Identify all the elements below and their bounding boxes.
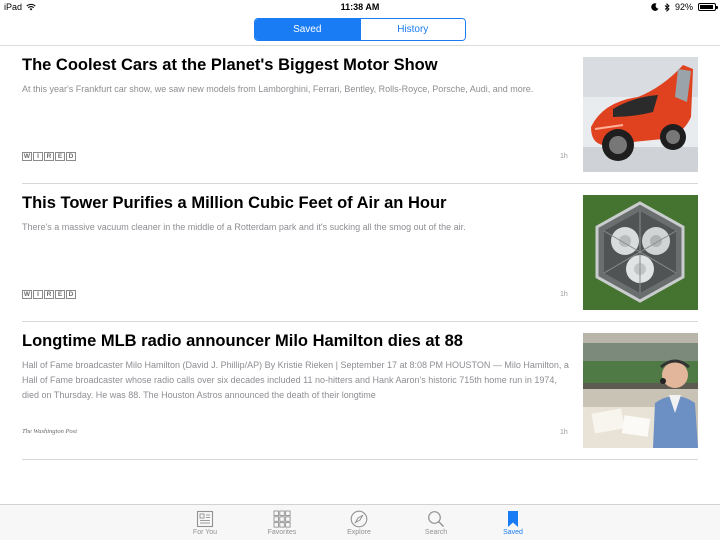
tab-saved[interactable]: Saved	[483, 508, 543, 536]
tab-label: For You	[192, 529, 218, 536]
article-age: 1h	[560, 291, 568, 298]
tab-search[interactable]: Search	[406, 508, 466, 536]
article-row[interactable]: The Coolest Cars at the Planet's Biggest…	[22, 46, 698, 184]
bluetooth-icon	[664, 2, 670, 12]
article-row[interactable]: Longtime MLB radio announcer Milo Hamilt…	[22, 322, 698, 460]
bookmark-icon	[508, 510, 518, 527]
status-bar: iPad 11:38 AM 92%	[0, 0, 720, 14]
tab-label: Saved	[503, 529, 523, 536]
article-row[interactable]: This Tower Purifies a Million Cubic Feet…	[22, 184, 698, 322]
tab-explore[interactable]: Explore	[329, 508, 389, 536]
moon-icon	[651, 3, 659, 11]
compass-icon	[350, 510, 368, 527]
tab-label: Favorites	[267, 529, 297, 536]
article-thumbnail-tower[interactable]	[583, 195, 698, 310]
search-icon	[428, 510, 444, 527]
tab-label: Explore	[347, 529, 371, 536]
article-thumbnail-broadcaster[interactable]	[583, 333, 698, 448]
article-summary: Hall of Fame broadcaster Milo Hamilton (…	[22, 360, 569, 400]
article-title[interactable]: The Coolest Cars at the Planet's Biggest…	[22, 56, 572, 75]
source-logo-wired: WIRED	[22, 152, 76, 161]
segment-saved[interactable]: Saved	[255, 19, 360, 40]
article-summary: At this year's Frankfurt car show, we sa…	[22, 84, 534, 94]
article-summary: There's a massive vacuum cleaner in the …	[22, 222, 466, 232]
article-age: 1h	[560, 429, 568, 436]
tab-for-you[interactable]: For You	[175, 508, 235, 536]
tab-label: Search	[424, 529, 448, 536]
saved-history-segmented-control: Saved History	[254, 18, 466, 41]
tab-bar: For You Favorites Explore Search Saved	[0, 504, 720, 540]
battery-level	[700, 5, 713, 9]
news-icon	[196, 510, 214, 527]
article-title[interactable]: This Tower Purifies a Million Cubic Feet…	[22, 194, 572, 213]
grid-icon	[273, 510, 291, 528]
article-title[interactable]: Longtime MLB radio announcer Milo Hamilt…	[22, 332, 572, 351]
source-logo-wired: WIRED	[22, 290, 76, 299]
source-logo-washington-post: The Washington Post	[22, 428, 78, 435]
segment-history[interactable]: History	[359, 19, 465, 40]
tab-favorites[interactable]: Favorites	[252, 508, 312, 536]
battery-icon	[698, 3, 718, 11]
article-thumbnail-car[interactable]	[583, 57, 698, 172]
status-right: 92%	[651, 2, 718, 12]
article-age: 1h	[560, 153, 568, 160]
battery-percent: 92%	[674, 2, 693, 12]
status-time: 11:38 AM	[340, 2, 380, 12]
